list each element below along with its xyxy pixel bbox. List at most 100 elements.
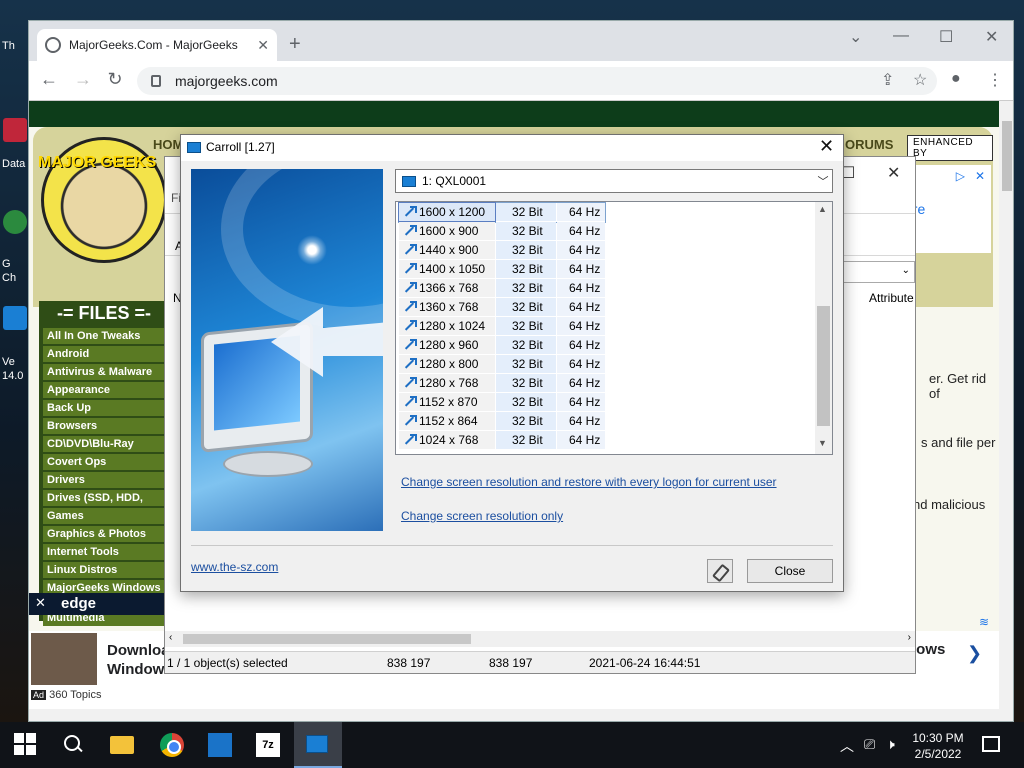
list-vertical-scrollbar[interactable]: ▲ ▼ bbox=[815, 202, 832, 454]
carroll-taskbar-button[interactable] bbox=[294, 722, 342, 768]
close-tab-icon[interactable]: ✕ bbox=[257, 37, 269, 54]
scroll-right-icon[interactable]: › bbox=[908, 632, 911, 643]
status-bar: 1 / 1 object(s) selected 838 197 838 197… bbox=[165, 651, 915, 673]
browser-tab[interactable]: MajorGeeks.Com - MajorGeeks ✕ bbox=[37, 29, 277, 61]
website-link[interactable]: www.the-sz.com bbox=[191, 560, 278, 574]
tab-search-chevron-icon[interactable]: ⌄ bbox=[849, 27, 862, 47]
files-item[interactable]: All In One Tweaks bbox=[43, 328, 165, 344]
desktop-icon-label[interactable]: Ch bbox=[2, 272, 28, 284]
chevron-right-icon[interactable]: ❯ bbox=[967, 643, 982, 664]
close-button[interactable]: Close bbox=[747, 559, 833, 583]
desktop-icon-label[interactable]: Data bbox=[2, 158, 28, 170]
clock-time: 10:30 PM bbox=[912, 731, 964, 745]
files-item[interactable]: CD\DVD\Blu-Ray bbox=[43, 436, 165, 452]
back-icon[interactable]: ← bbox=[37, 69, 61, 90]
edge-banner[interactable]: ✕ edge bbox=[29, 593, 169, 615]
resolution-row[interactable]: 1600 x 900 32 Bit 64 Hz bbox=[399, 222, 605, 241]
attribute-column-header[interactable]: Attribute bbox=[869, 291, 914, 305]
close-window-icon[interactable]: ✕ bbox=[985, 27, 998, 47]
ad-choices-icon[interactable]: ▷ bbox=[956, 169, 965, 183]
files-item[interactable]: Browsers bbox=[43, 418, 165, 434]
desktop-icon-label[interactable]: G bbox=[2, 258, 28, 270]
scroll-up-icon[interactable]: ▲ bbox=[818, 204, 827, 214]
resolution-row[interactable]: 1280 x 800 32 Bit 64 Hz bbox=[399, 355, 605, 374]
resolution-value: 1440 x 900 bbox=[419, 243, 479, 257]
tray-chevron-up-icon[interactable]: ︿ bbox=[840, 736, 854, 756]
ad-close-icon[interactable]: ✕ bbox=[975, 169, 985, 183]
start-icon[interactable] bbox=[14, 733, 38, 757]
sevenzip-taskbar-icon[interactable]: 7z bbox=[256, 733, 280, 757]
color-depth-value: 32 Bit bbox=[496, 393, 556, 411]
files-item[interactable]: Covert Ops bbox=[43, 454, 165, 470]
desktop-app-icon[interactable] bbox=[2, 118, 28, 144]
display-select-value: 1: QXL0001 bbox=[422, 174, 487, 188]
desktop-app-icon[interactable] bbox=[2, 210, 28, 236]
resolution-row[interactable]: 1366 x 768 32 Bit 64 Hz bbox=[399, 279, 605, 298]
nav-forums-link[interactable]: ORUMS bbox=[845, 137, 893, 152]
menu-kebab-icon[interactable]: ⋮ bbox=[987, 70, 1003, 90]
close-icon[interactable]: ✕ bbox=[819, 136, 834, 157]
files-item[interactable]: Appearance bbox=[43, 382, 165, 398]
maximize-icon[interactable]: ☐ bbox=[939, 27, 953, 47]
file-explorer-icon[interactable] bbox=[110, 736, 134, 754]
system-clock[interactable]: 10:30 PM 2/5/2022 bbox=[900, 730, 976, 762]
desktop-icon-label[interactable]: 14.0 bbox=[2, 370, 28, 382]
resolution-row[interactable]: 1400 x 1050 32 Bit 64 Hz bbox=[399, 260, 605, 279]
scroll-down-icon[interactable]: ▼ bbox=[818, 438, 827, 448]
minimize-icon[interactable]: — bbox=[893, 27, 909, 45]
files-item[interactable]: Android bbox=[43, 346, 165, 362]
resolution-row[interactable]: 1280 x 1024 32 Bit 64 Hz bbox=[399, 317, 605, 336]
forward-icon[interactable]: → bbox=[71, 69, 95, 90]
close-banner-icon[interactable]: ✕ bbox=[35, 595, 46, 611]
profile-icon[interactable]: ● bbox=[951, 70, 961, 88]
resolution-row[interactable]: 1440 x 900 32 Bit 64 Hz bbox=[399, 241, 605, 260]
files-item[interactable]: Drives (SSD, HDD, bbox=[43, 490, 165, 506]
resolution-row[interactable]: 1152 x 870 32 Bit 64 Hz bbox=[399, 393, 605, 412]
resolution-row[interactable]: 1280 x 960 32 Bit 64 Hz bbox=[399, 336, 605, 355]
resolution-list[interactable]: 1600 x 1200 32 Bit 64 Hz 1600 x 900 32 Bit 64… bbox=[395, 201, 833, 455]
ventoy-icon[interactable] bbox=[208, 733, 232, 757]
desktop-icon-label[interactable]: Ve bbox=[2, 356, 28, 368]
resolution-row[interactable]: 1600 x 1200 32 Bit 64 Hz bbox=[398, 202, 606, 223]
share-icon[interactable]: ⇪ bbox=[881, 70, 894, 90]
new-tab-icon[interactable]: + bbox=[289, 33, 301, 56]
close-icon[interactable]: ✕ bbox=[887, 163, 900, 183]
files-item[interactable]: Drivers bbox=[43, 472, 165, 488]
scroll-left-icon[interactable]: ‹ bbox=[169, 632, 172, 643]
resize-arrow-icon bbox=[403, 206, 417, 218]
resolution-row[interactable]: 1024 x 768 32 Bit 64 Hz bbox=[399, 431, 605, 450]
volume-muted-icon[interactable]: 🕨 bbox=[886, 736, 895, 753]
scrollbar-thumb[interactable] bbox=[183, 634, 471, 644]
change-and-restore-link[interactable]: Change screen resolution and restore wit… bbox=[401, 475, 777, 489]
display-select[interactable]: 1: QXL0001 ﹀ bbox=[395, 169, 833, 193]
bookmark-star-icon[interactable]: ☆ bbox=[913, 70, 927, 90]
scrollbar-thumb[interactable] bbox=[1002, 121, 1012, 191]
horizontal-scrollbar[interactable]: ‹ › bbox=[165, 631, 915, 647]
page-horizontal-scrollbar[interactable] bbox=[29, 709, 999, 721]
scrollbar-thumb[interactable] bbox=[817, 306, 830, 426]
desktop-app-icon[interactable] bbox=[2, 306, 28, 332]
nav-home-link[interactable]: HOM bbox=[153, 137, 183, 152]
files-item[interactable]: Internet Tools bbox=[43, 544, 165, 560]
resolution-row[interactable]: 1280 x 768 32 Bit 64 Hz bbox=[399, 374, 605, 393]
reload-icon[interactable]: ↻ bbox=[103, 69, 127, 90]
chrome-icon[interactable] bbox=[160, 733, 184, 757]
address-bar[interactable]: majorgeeks.com bbox=[137, 67, 937, 95]
page-vertical-scrollbar[interactable] bbox=[999, 101, 1013, 721]
settings-wrench-button[interactable] bbox=[707, 559, 733, 583]
resolution-row[interactable]: 1152 x 864 32 Bit 64 Hz bbox=[399, 412, 605, 431]
ad-info-icon[interactable]: ≋ bbox=[979, 615, 989, 629]
files-item[interactable]: Antivirus & Malware bbox=[43, 364, 165, 380]
files-item[interactable]: Back Up bbox=[43, 400, 165, 416]
search-icon[interactable] bbox=[62, 733, 86, 757]
files-item[interactable]: Linux Distros bbox=[43, 562, 165, 578]
network-icon[interactable]: ⎚ bbox=[864, 736, 875, 753]
files-item[interactable]: Graphics & Photos bbox=[43, 526, 165, 542]
files-item[interactable]: Games bbox=[43, 508, 165, 524]
resolution-row[interactable]: 1360 x 768 32 Bit 64 Hz bbox=[399, 298, 605, 317]
address-combo[interactable]: ⌄ bbox=[841, 261, 915, 283]
notification-icon[interactable] bbox=[982, 736, 1000, 752]
majorgeeks-logo[interactable]: MAJOR GEEKS bbox=[38, 137, 167, 263]
desktop-icon-label[interactable]: Th bbox=[2, 40, 28, 52]
change-only-link[interactable]: Change screen resolution only bbox=[401, 509, 563, 523]
